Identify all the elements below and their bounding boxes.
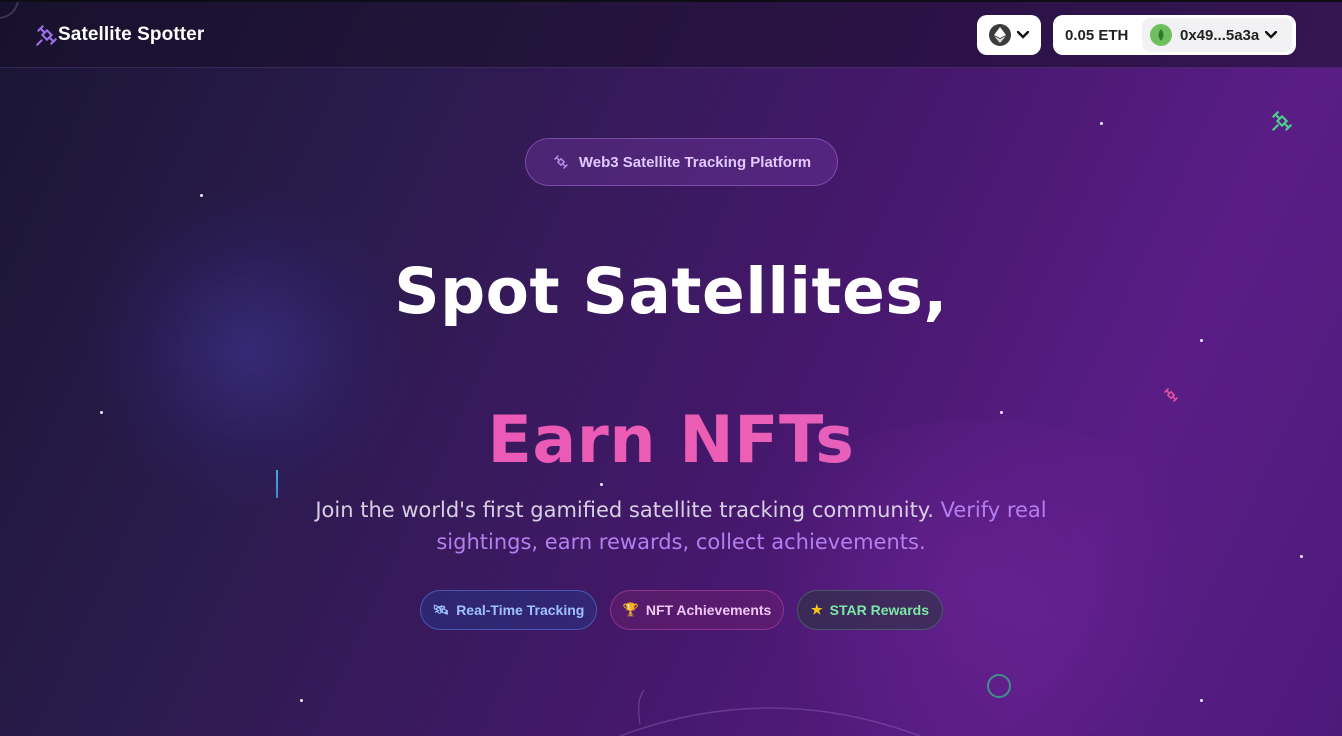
hero-headline-line2: Earn NFTs xyxy=(0,403,1342,478)
brand-logo[interactable]: Satellite Spotter xyxy=(34,22,204,48)
app-name: Satellite Spotter xyxy=(58,24,205,45)
wallet-account-button[interactable]: 0.05 ETH 0x49...5a3a xyxy=(1053,15,1296,55)
ethereum-icon xyxy=(989,24,1011,46)
satellite-icon xyxy=(554,155,568,169)
star-icon: ★ xyxy=(811,602,823,617)
star-dot xyxy=(300,699,303,702)
wallet-address: 0x49...5a3a xyxy=(1180,26,1260,44)
chevron-down-icon xyxy=(1265,31,1278,39)
star-dot xyxy=(200,194,203,197)
subtitle-text: Join the world's first gamified satellit… xyxy=(315,498,941,522)
feature-label: NFT Achievements xyxy=(645,602,772,618)
feature-pill-star-rewards[interactable]: ★ STAR Rewards xyxy=(797,590,943,630)
feature-label: STAR Rewards xyxy=(829,602,929,618)
satellite-icon xyxy=(1272,111,1292,131)
orbit-arc xyxy=(619,690,921,736)
satellite-icon xyxy=(1164,388,1178,402)
avatar xyxy=(1150,24,1172,46)
network-selector-button[interactable] xyxy=(977,15,1041,55)
feature-pill-real-time-tracking[interactable]: 🛰 Real-Time Tracking xyxy=(420,590,597,630)
star-dot xyxy=(1100,122,1103,125)
satellite-logo-icon xyxy=(36,25,57,46)
satellite-icon: 🛰 xyxy=(432,602,450,617)
hero-subtitle: Join the world's first gamified satellit… xyxy=(290,494,1072,558)
feature-pill-nft-achievements[interactable]: 🏆 NFT Achievements xyxy=(610,590,784,630)
chevron-down-icon xyxy=(1017,31,1029,39)
feature-label: Real-Time Tracking xyxy=(456,602,585,618)
star-dot xyxy=(600,483,603,486)
star-dot xyxy=(1200,339,1203,342)
badge-label: Web3 Satellite Tracking Platform xyxy=(578,153,812,171)
hero-headline-line1: Spot Satellites, xyxy=(394,255,948,328)
wallet-balance: 0.05 ETH xyxy=(1065,26,1129,44)
platform-badge: Web3 Satellite Tracking Platform xyxy=(525,138,838,186)
orbit-ring-icon xyxy=(987,674,1011,698)
star-dot xyxy=(1300,555,1303,558)
top-nav-bar: Satellite Spotter 0.05 ETH 0x49...5a3a xyxy=(0,2,1342,68)
star-dot xyxy=(1200,699,1203,702)
account-chip[interactable]: 0x49...5a3a xyxy=(1142,18,1292,52)
trophy-icon: 🏆 xyxy=(622,602,639,617)
